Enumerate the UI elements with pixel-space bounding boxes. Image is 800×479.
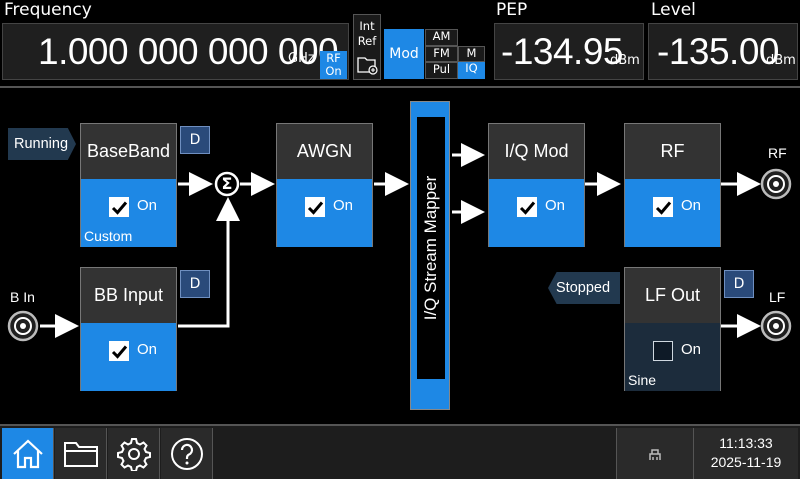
iq-indicator[interactable]: IQ [458,62,485,79]
lfout-state: On [681,341,702,358]
check-icon [111,345,128,359]
pep-field[interactable]: -134.95 dBm [494,23,644,80]
bin-port-label: B In [10,289,35,305]
clock-time: 11:13:33 [719,435,773,451]
awgn-title: AWGN [296,141,353,161]
rf-connector-icon[interactable] [760,168,792,200]
lfout-sub: Sine [628,372,657,388]
iq-stream-mapper-inner: I/Q Stream Mapper [417,117,445,379]
rf-on-button[interactable]: RF On [320,51,347,79]
lf-port-label: LF [769,289,786,305]
bbinput-title: BB Input [93,285,164,305]
awgn-body[interactable]: On [277,179,372,247]
lf-connector-icon[interactable] [760,310,792,342]
ref-line2: Ref [357,34,377,48]
iq-stream-mapper-block[interactable]: I/Q Stream Mapper [410,101,450,410]
bin-connector-icon[interactable] [7,310,39,342]
level-value: -135.00 [657,31,780,72]
network-icon [649,448,661,460]
baseband-checkbox[interactable] [109,197,129,217]
level-label: Level [651,0,696,20]
sum-node-symbol: Σ [221,174,233,193]
lfout-d-button[interactable]: D [724,270,754,298]
rf-block[interactable]: RF On [624,123,721,247]
help-icon [170,437,203,470]
bbinput-block[interactable]: BB Input On [80,267,177,391]
iqmod-checkbox[interactable] [517,197,537,217]
clock[interactable]: 11:13:33 2025-11-19 [694,428,798,479]
rf-on-line2: On [325,64,342,78]
iqmod-state: On [545,197,566,214]
fm-indicator[interactable]: FM [425,46,458,62]
baseband-sub: Custom [84,228,133,244]
bbinput-checkbox[interactable] [109,341,129,361]
frequency-field[interactable]: 1.000 000 000 000 GHz RF On [2,23,349,80]
check-icon [111,201,128,215]
home-button[interactable] [2,428,54,479]
bbinput-d-button[interactable]: D [180,270,210,298]
level-field[interactable]: -135.00 dBm [648,23,798,80]
rf-checkbox[interactable] [653,197,673,217]
rf-port-label: RF [768,145,787,161]
baseband-d-button[interactable]: D [180,126,210,154]
baseband-block[interactable]: BaseBand On Custom [80,123,177,247]
check-icon [655,201,672,215]
check-icon [307,201,324,215]
file-settings-icon [357,57,378,75]
taskbar: 11:13:33 2025-11-19 [0,424,800,479]
lfout-block[interactable]: LF Out On Sine [624,267,721,391]
block-diagram: Σ RF LF B In Running Stopped D D D BaseB… [0,86,800,424]
am-indicator[interactable]: AM [425,29,458,46]
ref-button[interactable]: Int Ref [353,14,381,80]
mod-button[interactable]: Mod [384,29,424,79]
folder-icon [63,441,98,467]
baseband-status-tag: Running [8,128,76,160]
baseband-title: BaseBand [86,141,171,161]
pep-unit: dBm [610,53,640,68]
network-status-button[interactable] [616,428,694,479]
bbinput-state: On [137,341,158,358]
bbinput-body[interactable]: On [81,323,176,391]
pep-value: -134.95 [501,31,624,72]
lfout-status-tag: Stopped [548,272,620,304]
rf-state: On [681,197,702,214]
gear-icon [116,437,151,471]
frequency-unit: GHz [288,51,315,66]
rf-body[interactable]: On [625,179,720,247]
lfout-body[interactable]: On Sine [625,323,720,391]
awgn-state: On [333,197,354,214]
iq-stream-mapper-title: I/Q Stream Mapper [421,175,440,321]
frequency-label: Frequency [4,0,92,20]
pul-indicator[interactable]: Pul [425,62,458,79]
awgn-checkbox[interactable] [305,197,325,217]
clock-date: 2025-11-19 [710,454,782,470]
baseband-body[interactable]: On Custom [81,179,176,247]
status-header: Frequency 1.000 000 000 000 GHz RF On In… [0,0,800,86]
file-manager-button[interactable] [55,428,107,479]
help-button[interactable] [161,428,213,479]
home-icon [12,438,43,468]
pep-label: PEP [496,0,528,20]
level-unit: dBm [766,53,796,68]
lfout-checkbox[interactable] [653,341,673,361]
iqmod-block[interactable]: I/Q Mod On [488,123,585,247]
ref-line1: Int [359,19,375,33]
awgn-block[interactable]: AWGN On [276,123,373,247]
m-indicator[interactable]: M [458,46,485,62]
settings-button[interactable] [108,428,160,479]
lfout-title: LF Out [644,285,701,305]
rf-title: RF [660,141,685,161]
check-icon [519,201,536,215]
iqmod-title: I/Q Mod [504,141,569,161]
iqmod-body[interactable]: On [489,179,584,247]
baseband-state: On [137,197,158,214]
